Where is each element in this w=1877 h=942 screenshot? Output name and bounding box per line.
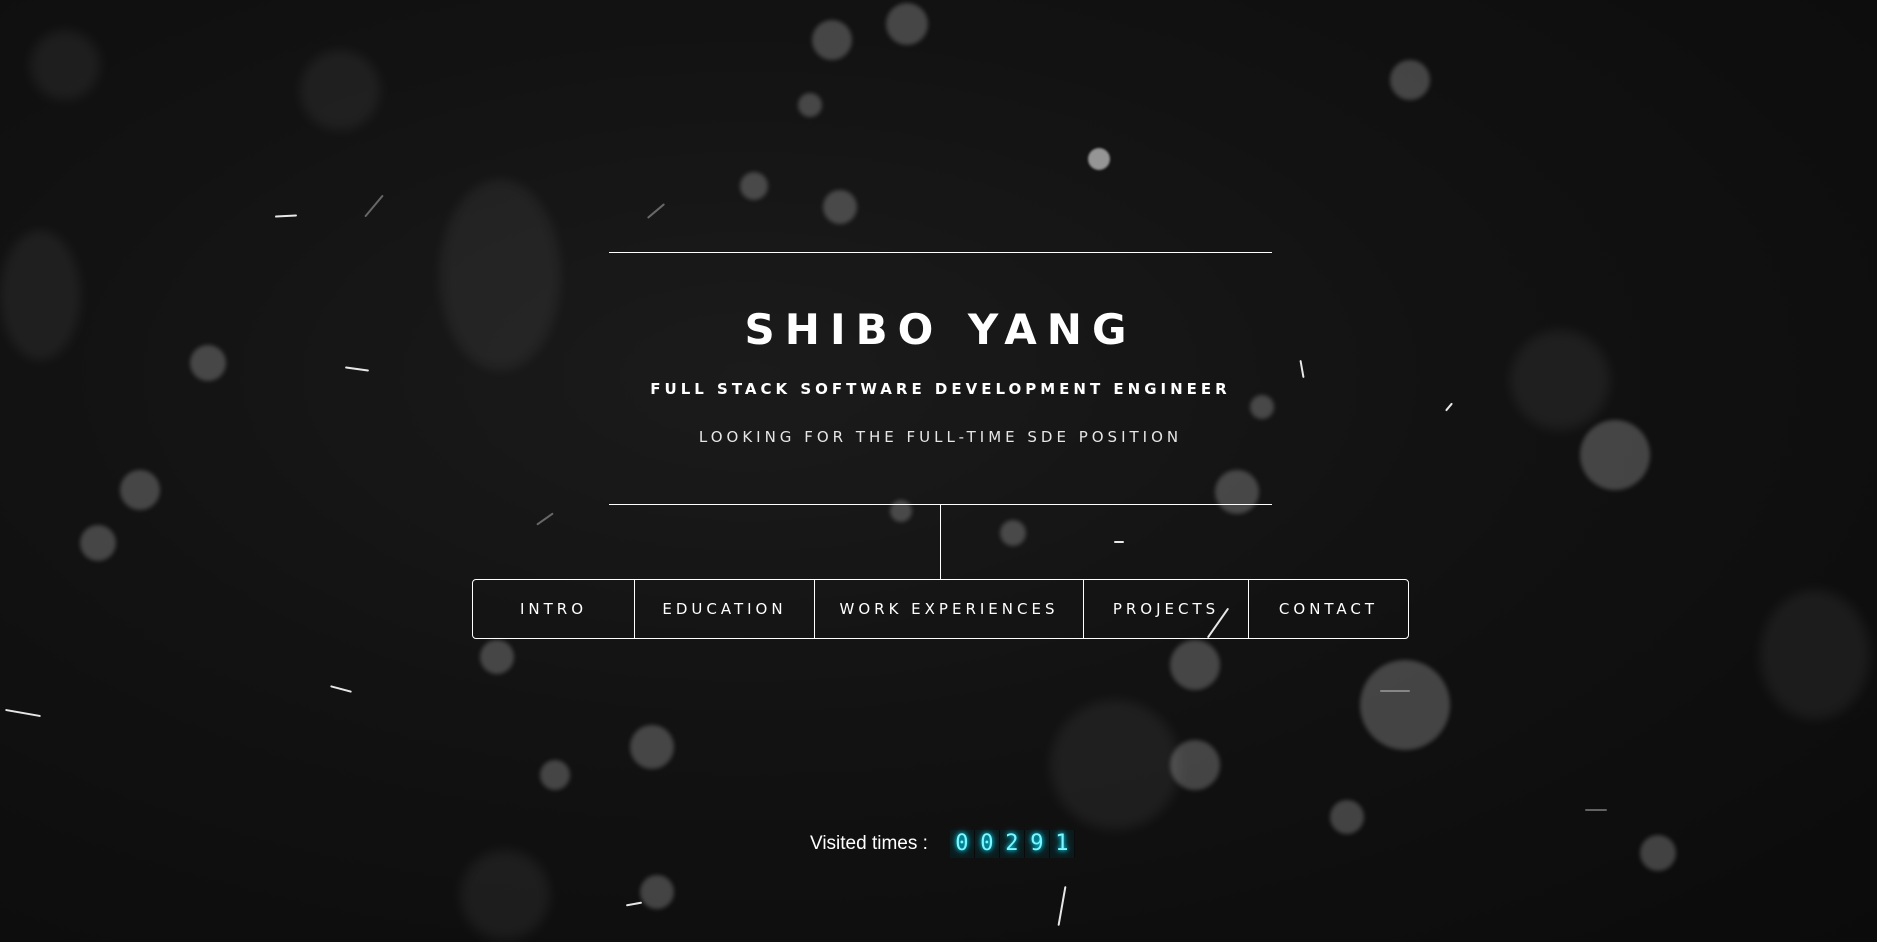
job-seeking-subtitle: LOOKING FOR THE FULL-TIME SDE POSITION [698, 428, 1183, 446]
person-name: SHIBO YANG [744, 305, 1137, 354]
counter-digit: 9 [1024, 830, 1049, 858]
nav-item-education[interactable]: EDUCATION [634, 580, 814, 638]
job-title: FULL STACK SOFTWARE DEVELOPMENT ENGINEER [650, 380, 1231, 398]
counter-digit: 1 [1049, 830, 1074, 858]
nav-item-projects[interactable]: PROJECTS [1083, 580, 1248, 638]
visit-counter-digits: 0 0 2 9 1 [949, 830, 1075, 858]
counter-digit: 2 [999, 830, 1024, 858]
divider-connector [940, 504, 941, 580]
hero-header: SHIBO YANG FULL STACK SOFTWARE DEVELOPME… [609, 252, 1272, 505]
visit-counter: Visited times : 0 0 2 9 1 [810, 830, 1075, 858]
nav-item-work-experiences[interactable]: WORK EXPERIENCES [814, 580, 1083, 638]
counter-digit: 0 [949, 830, 974, 858]
visit-counter-label: Visited times : [810, 833, 928, 854]
nav-item-intro[interactable]: INTRO [473, 580, 634, 638]
main-nav: INTRO EDUCATION WORK EXPERIENCES PROJECT… [472, 579, 1409, 639]
nav-item-contact[interactable]: CONTACT [1248, 580, 1408, 638]
counter-digit: 0 [974, 830, 999, 858]
